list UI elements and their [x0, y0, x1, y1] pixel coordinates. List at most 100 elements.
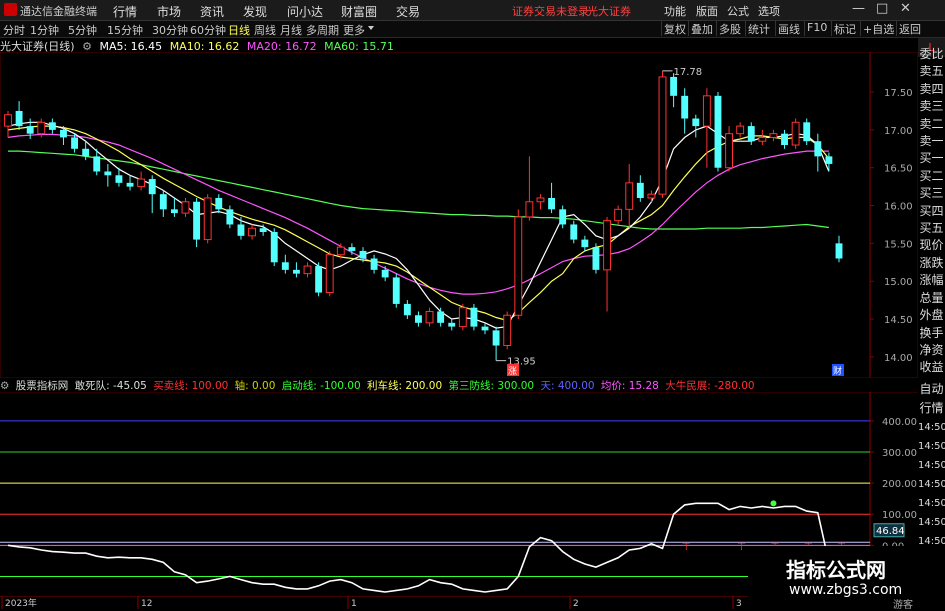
candle-body: [303, 265, 312, 275]
candle-body: [237, 224, 245, 236]
candle-body: [725, 133, 734, 169]
candle-body: [702, 95, 711, 127]
period-tab-30min[interactable]: 30分钟: [152, 22, 188, 38]
watermark-title: 指标公式网: [786, 558, 886, 582]
candle-body: [525, 201, 534, 218]
settings-gear-icon[interactable]: ⚙: [0, 380, 9, 392]
value-badge-text: 46.84: [876, 526, 905, 537]
candle-body: [137, 178, 146, 188]
candle-body: [93, 156, 101, 172]
dare-to-die-line: [7, 502, 830, 593]
sidebar-tab[interactable]: 自动: [918, 380, 945, 399]
candle-body: [492, 330, 500, 346]
menu-ask-xiaoda[interactable]: 问小达: [287, 3, 323, 20]
menu-options[interactable]: 选项: [758, 3, 780, 19]
btn-add-watchlist[interactable]: +自选: [860, 21, 896, 36]
period-toolbar: 分时 1分钟 5分钟 15分钟 30分钟 60分钟 日线 周线 月线 多周期 更…: [0, 21, 945, 38]
candle-body: [803, 122, 811, 142]
period-tab-5min[interactable]: 5分钟: [68, 22, 97, 38]
sidebar-quote-label: 卖一: [919, 134, 944, 149]
candle-body: [825, 156, 833, 164]
signal-marker: ㄒ: [682, 542, 691, 552]
candle-body: [658, 76, 667, 195]
period-tab-60min[interactable]: 60分钟: [190, 22, 226, 38]
period-tab-daily[interactable]: 日线: [228, 22, 250, 38]
tick-time: 14:50: [918, 517, 945, 528]
menu-formula[interactable]: 公式: [727, 3, 749, 19]
x-tick-label: 2: [573, 599, 579, 609]
candle-body: [415, 315, 422, 323]
candle-body: [381, 269, 389, 278]
btn-back[interactable]: 返回: [896, 21, 923, 36]
tick-time: 14:50: [918, 479, 945, 490]
btn-draw[interactable]: 画线: [775, 21, 802, 36]
menu-wealth-circle[interactable]: 财富圈: [341, 3, 377, 20]
period-tab-weekly[interactable]: 周线: [254, 22, 276, 38]
price-tick-label: 17.00: [884, 126, 913, 137]
signal-marker: ㄒ: [737, 542, 746, 552]
menu-layout[interactable]: 版面: [696, 3, 718, 19]
broker-name: 光大证券: [587, 5, 631, 18]
candle-body: [203, 197, 212, 241]
sidebar-quote-label: 外盘: [919, 308, 944, 323]
sidebar-quote-label: 卖五: [919, 64, 944, 79]
chevron-down-icon[interactable]: [368, 26, 374, 30]
menu-functions[interactable]: 功能: [664, 3, 686, 19]
sidebar-quote-label: 卖二: [919, 116, 944, 131]
candle-body: [115, 175, 123, 183]
menu-discover[interactable]: 发现: [243, 3, 267, 20]
price-tick-label: 14.50: [884, 315, 913, 326]
x-tick-label: 1: [351, 599, 357, 609]
sidebar-quote-label: 现价: [919, 238, 944, 253]
x-tick-label: 3: [736, 599, 742, 609]
indicator-item: 均价: 15.28: [600, 380, 659, 392]
menu-market[interactable]: 市场: [157, 3, 181, 20]
indicator-item: 大牛民展: -280.00: [665, 380, 755, 392]
sidebar-quote-label: 涨幅: [919, 273, 944, 288]
candle-body: [714, 95, 722, 168]
login-status[interactable]: 证券交易未登录: [512, 3, 589, 19]
period-tab-multi[interactable]: 多周期: [306, 22, 339, 38]
sidebar-quote-label: 买四: [919, 203, 944, 218]
candle-body: [548, 197, 556, 210]
candle-body: [348, 247, 356, 251]
menu-news[interactable]: 资讯: [200, 3, 224, 20]
finance-marker-text: 财: [833, 365, 842, 377]
minimize-icon[interactable]: —: [852, 1, 865, 16]
sidebar-quote-label: 买二: [919, 168, 944, 183]
ma10-line: [7, 125, 830, 322]
ma20-line: [7, 133, 829, 295]
menu-quotes[interactable]: 行情: [113, 3, 137, 20]
indicator-tick-label: 400.00: [882, 417, 917, 428]
btn-mark[interactable]: 标记: [831, 21, 858, 36]
price-tick-label: 16.50: [884, 164, 913, 175]
candle-body: [481, 326, 489, 331]
indicator-item: 第三防线: 300.00: [448, 380, 535, 392]
btn-multi-stock[interactable]: 多股: [716, 21, 743, 36]
btn-overlay[interactable]: 叠加: [688, 21, 715, 36]
tick-time: 14:50: [918, 422, 945, 433]
btn-adjust[interactable]: 复权: [661, 21, 688, 36]
app-name: 通达信金融终端: [20, 5, 97, 18]
btn-stats[interactable]: 统计: [745, 21, 772, 36]
sidebar-tab[interactable]: 行情: [918, 399, 945, 418]
menu-trade[interactable]: 交易: [396, 3, 420, 20]
candle-body: [681, 95, 689, 119]
candle-body: [536, 197, 545, 203]
indicator-item: 启动线: -100.00: [281, 380, 361, 392]
period-tab-monthly[interactable]: 月线: [280, 22, 302, 38]
period-tab-more[interactable]: 更多: [343, 22, 365, 38]
close-icon[interactable]: ✕: [900, 1, 911, 16]
period-tab-1min[interactable]: 1分钟: [30, 22, 59, 38]
candlestick-chart[interactable]: 17.50 17.00 16.50 16.00 15.50 15.00 14.50 14.00…: [0, 52, 918, 378]
indicator-name: 股票指标网: [15, 380, 69, 392]
maximize-icon[interactable]: □: [876, 1, 888, 16]
candle-body: [514, 216, 523, 316]
candle-body: [159, 194, 167, 210]
candle-body: [281, 262, 289, 270]
period-tab-timeshare[interactable]: 分时: [3, 22, 25, 38]
btn-f10[interactable]: F10: [804, 21, 829, 36]
period-tab-15min[interactable]: 15分钟: [107, 22, 143, 38]
price-tick-label: 16.00: [884, 202, 913, 213]
candle-body: [670, 76, 678, 96]
